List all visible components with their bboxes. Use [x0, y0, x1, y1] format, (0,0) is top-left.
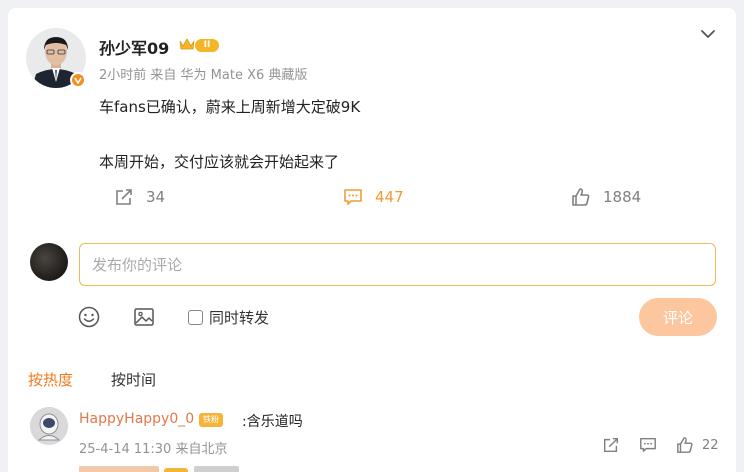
author-name[interactable]: 孙少军09 — [99, 35, 169, 59]
next-comment-text — [194, 466, 239, 472]
repost-checkbox-label: 同时转发 — [209, 309, 270, 327]
next-fan-badge — [164, 468, 188, 472]
comment-like-button[interactable]: 22 — [676, 436, 719, 454]
fan-badge: 铁粉 — [199, 413, 223, 427]
sort-by-time-tab[interactable]: 按时间 — [111, 369, 156, 390]
post-text-line: 车fans已确认，蔚来上周新增大定破9K — [99, 98, 361, 116]
next-commenter-name[interactable] — [79, 466, 159, 472]
like-icon — [677, 437, 693, 453]
emoji-button[interactable] — [78, 306, 100, 332]
repost-button[interactable]: 34 — [114, 186, 165, 208]
comment-icon — [344, 189, 362, 205]
comment-input[interactable] — [79, 243, 716, 286]
checkbox-box[interactable] — [188, 310, 203, 325]
post-card: 孙少军09 II 2小时前 来自 华为 Mate X6 典藏版 车fans已确认… — [8, 8, 736, 472]
share-icon — [603, 437, 619, 453]
more-options-button[interactable] — [698, 24, 718, 44]
post-text-line: 本周开始，交付应该就会开始起来了 — [99, 153, 340, 171]
sort-by-hot-tab[interactable]: 按热度 — [28, 369, 73, 390]
comment-icon — [640, 437, 656, 453]
comment-reply-button[interactable] — [639, 436, 657, 454]
verified-icon — [70, 72, 86, 88]
image-button[interactable] — [133, 306, 155, 332]
repost-count: 34 — [146, 188, 166, 206]
commenter-avatar[interactable] — [30, 407, 68, 445]
commenter-name[interactable]: HappyHappy0_0 — [79, 411, 194, 427]
comment-text: :含乐道吗 — [242, 414, 303, 430]
like-count: 1884 — [603, 188, 642, 206]
repost-checkbox[interactable]: 同时转发 — [188, 307, 269, 328]
image-icon — [134, 308, 154, 326]
comment-button[interactable]: 447 — [343, 186, 404, 208]
comment-count: 447 — [375, 188, 404, 206]
current-user-avatar — [30, 243, 68, 281]
next-comment-partial — [79, 466, 329, 472]
share-icon — [116, 189, 132, 205]
like-icon — [572, 188, 590, 206]
comment-like-count: 22 — [702, 437, 719, 453]
submit-comment-button[interactable]: 评论 — [639, 298, 717, 336]
post-meta: 2小时前 来自 华为 Mate X6 典藏版 — [99, 68, 308, 83]
crown-icon — [179, 38, 195, 50]
comment-repost-button[interactable] — [602, 436, 620, 454]
chevron-down-icon — [701, 30, 715, 38]
level-badge: II — [195, 39, 219, 52]
emoji-icon — [78, 306, 100, 328]
comment-meta: 25-4-14 11:30 来自北京 — [79, 442, 228, 457]
like-button[interactable]: 1884 — [571, 186, 641, 208]
